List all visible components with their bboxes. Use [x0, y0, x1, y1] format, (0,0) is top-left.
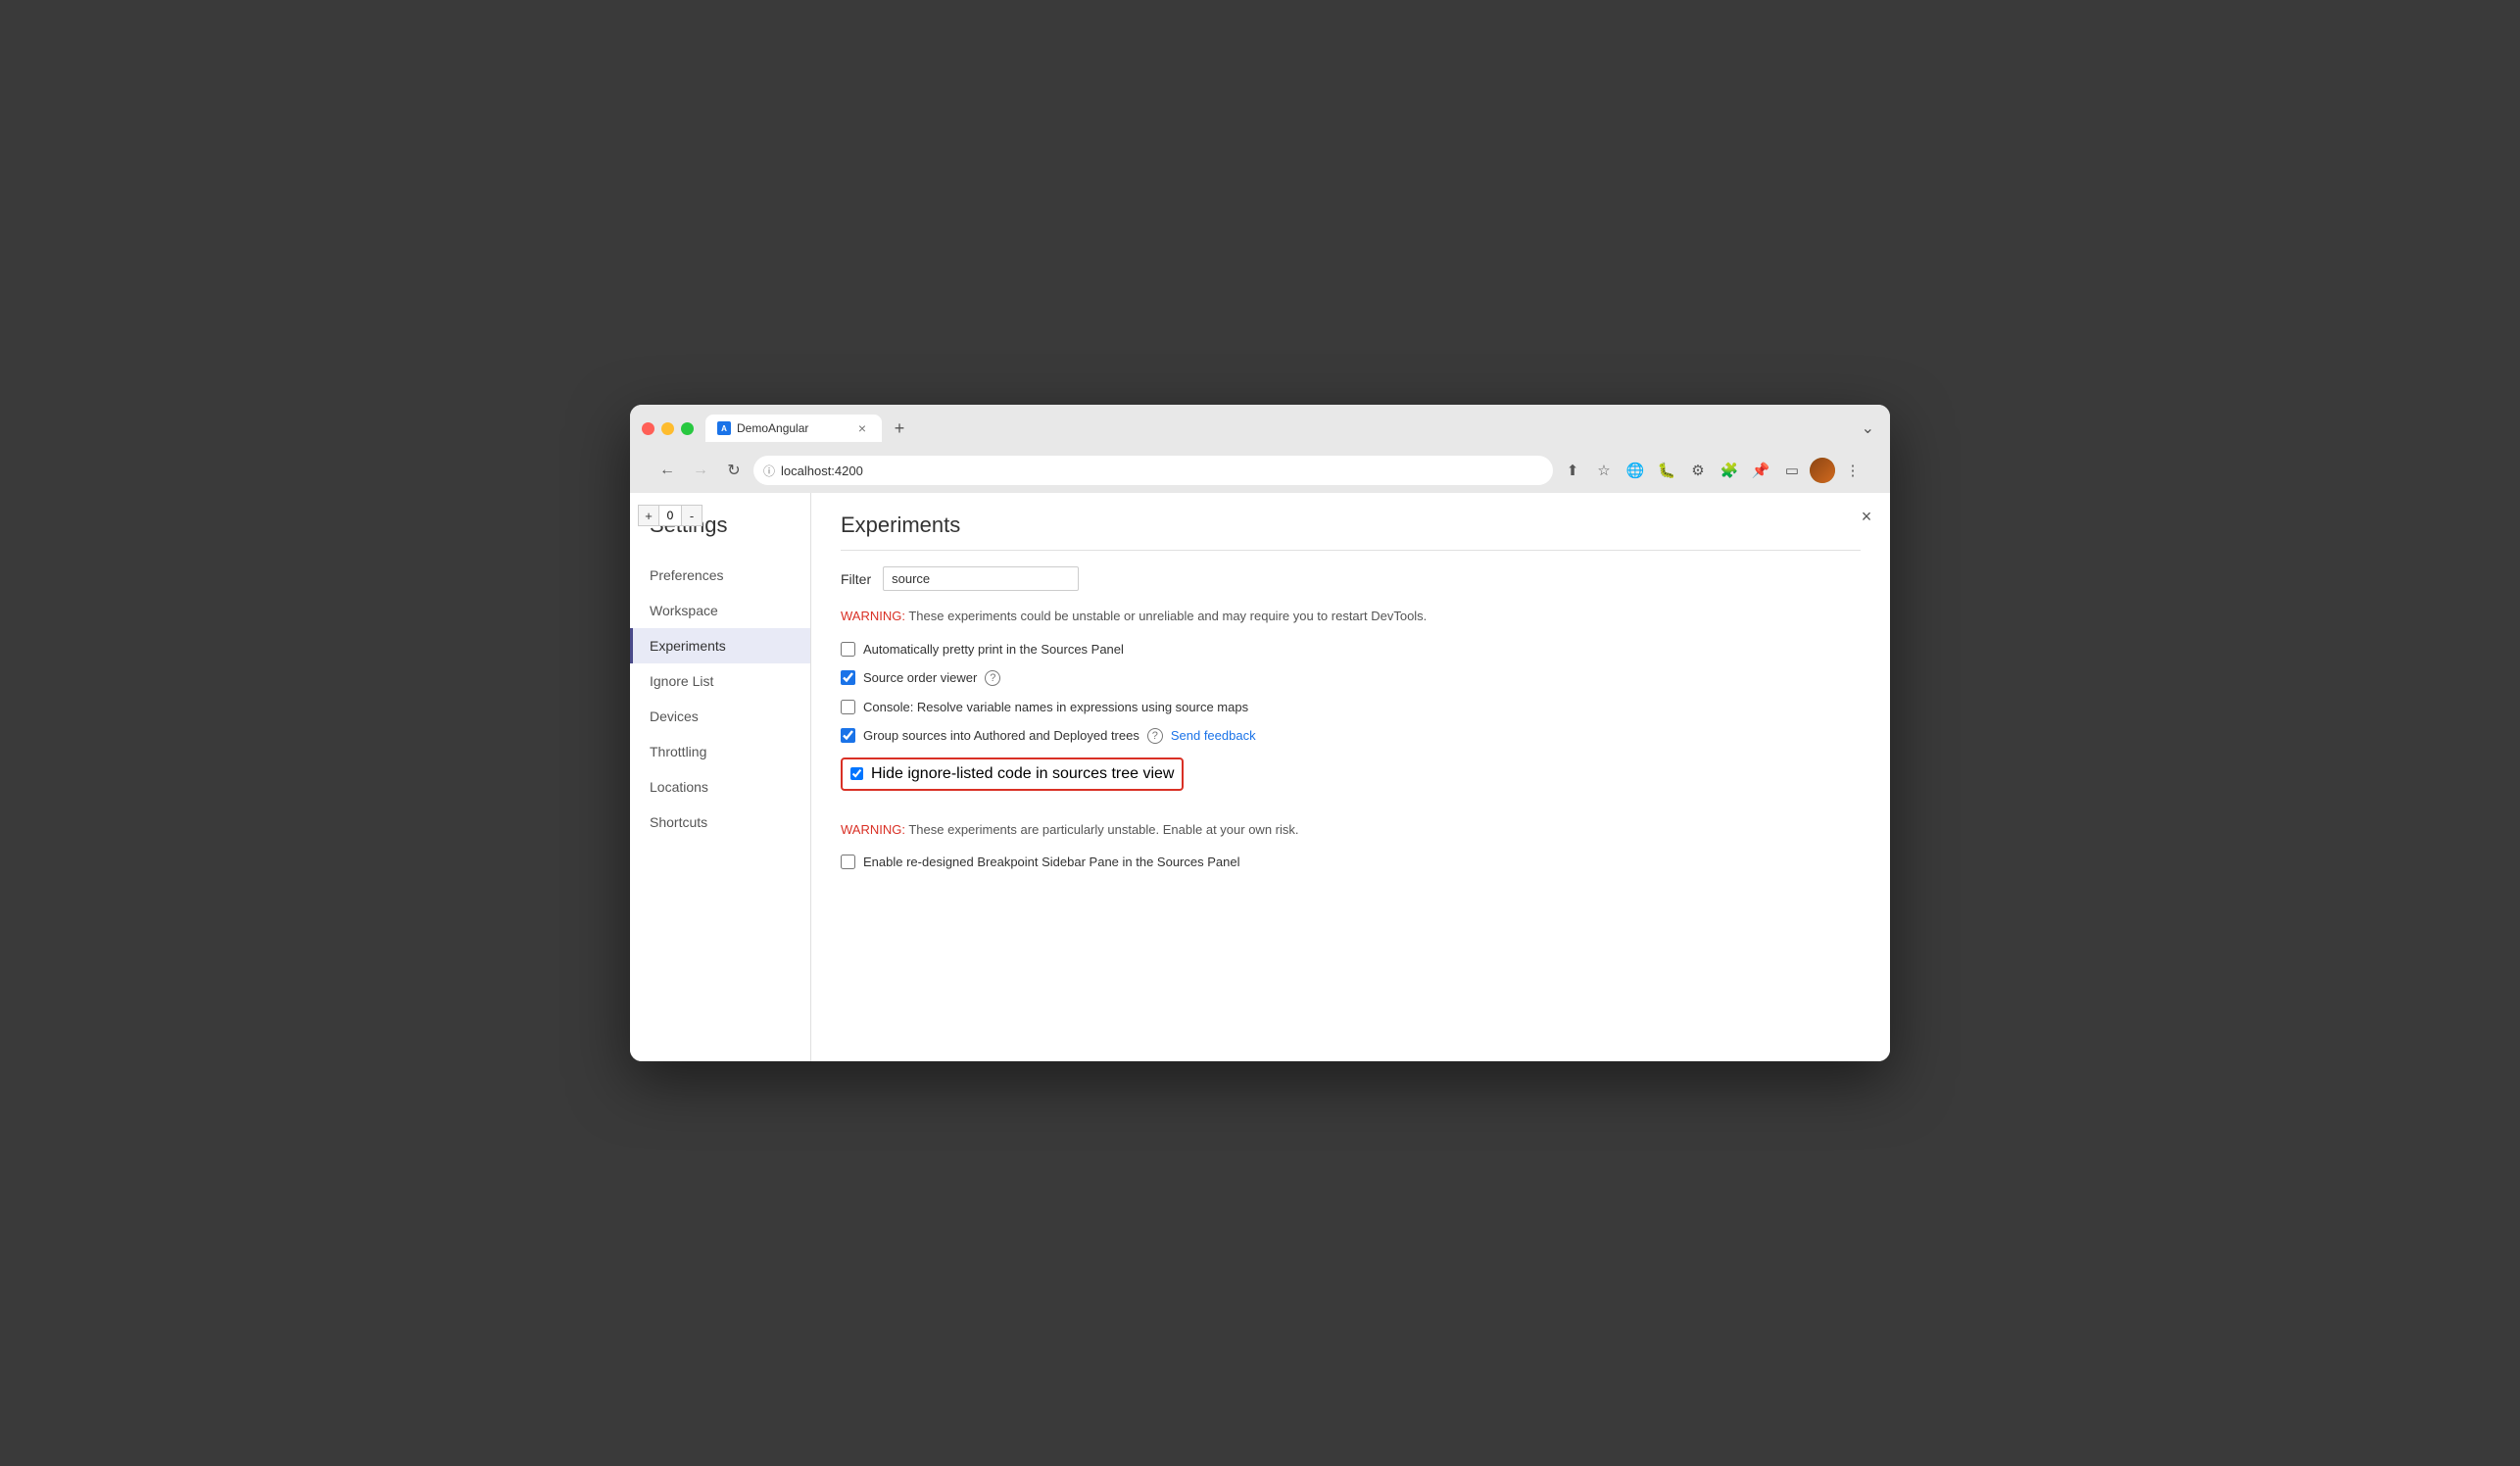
- pin-icon[interactable]: 📌: [1747, 457, 1774, 484]
- sidebar-item-experiments[interactable]: Experiments: [630, 628, 810, 663]
- new-tab-button[interactable]: +: [886, 415, 913, 442]
- experiment-item-source-order: Source order viewer ?: [841, 670, 1861, 686]
- pretty-print-checkbox[interactable]: [841, 642, 855, 657]
- sidebar-item-preferences[interactable]: Preferences: [630, 558, 810, 593]
- filter-label: Filter: [841, 571, 871, 587]
- back-button[interactable]: ←: [654, 457, 681, 484]
- filter-input[interactable]: [883, 566, 1079, 591]
- browser-window: A DemoAngular × + ⌄ ← → ↻ ⓘ ⬆ ☆ 🌐: [630, 405, 1890, 1061]
- highlighted-item-border: Hide ignore-listed code in sources tree …: [841, 757, 1184, 791]
- hide-ignore-label[interactable]: Hide ignore-listed code in sources tree …: [871, 765, 1174, 783]
- section-title: Experiments: [841, 513, 1861, 551]
- tab-title: DemoAngular: [737, 421, 848, 435]
- more-options-icon[interactable]: ⋮: [1839, 457, 1866, 484]
- warning-text-2: WARNING: These experiments are particula…: [841, 820, 1861, 840]
- experiment-item-group-sources: Group sources into Authored and Deployed…: [841, 728, 1861, 744]
- title-bar: A DemoAngular × + ⌄: [642, 415, 1878, 442]
- breakpoint-sidebar-label[interactable]: Enable re-designed Breakpoint Sidebar Pa…: [863, 855, 1239, 869]
- pretty-print-label[interactable]: Automatically pretty print in the Source…: [863, 642, 1124, 657]
- counter-increment-button[interactable]: +: [638, 505, 659, 526]
- puzzle-icon[interactable]: 🧩: [1716, 457, 1743, 484]
- warning-label-1: WARNING:: [841, 609, 905, 623]
- reload-button[interactable]: ↻: [720, 457, 748, 484]
- warning-label-2: WARNING:: [841, 822, 905, 837]
- chevron-down-icon[interactable]: ⌄: [1858, 415, 1878, 442]
- sidebar-icon[interactable]: ▭: [1778, 457, 1806, 484]
- send-feedback-link[interactable]: Send feedback: [1171, 728, 1256, 743]
- settings-content: Experiments Filter WARNING: These experi…: [811, 493, 1890, 1061]
- sidebar-item-ignore-list[interactable]: Ignore List: [630, 663, 810, 699]
- maximize-window-button[interactable]: [681, 422, 694, 435]
- page-content: + 0 - × Settings Preferences Workspace E…: [630, 493, 1890, 1061]
- close-window-button[interactable]: [642, 422, 654, 435]
- group-sources-help-icon[interactable]: ?: [1147, 728, 1163, 744]
- section-divider: [841, 805, 1861, 820]
- source-order-label[interactable]: Source order viewer: [863, 670, 977, 685]
- address-input[interactable]: [753, 456, 1553, 485]
- experiment-item-pretty-print: Automatically pretty print in the Source…: [841, 642, 1861, 657]
- tab-bar: A DemoAngular × +: [705, 415, 1858, 442]
- forward-button[interactable]: →: [687, 457, 714, 484]
- experiment-item-resolve-vars: Console: Resolve variable names in expre…: [841, 700, 1861, 714]
- counter-widget: + 0 -: [638, 505, 703, 526]
- tab-favicon: A: [717, 421, 731, 435]
- source-order-checkbox[interactable]: [841, 670, 855, 685]
- translate-icon[interactable]: 🌐: [1622, 457, 1649, 484]
- sidebar-item-shortcuts[interactable]: Shortcuts: [630, 805, 810, 840]
- sidebar-item-devices[interactable]: Devices: [630, 699, 810, 734]
- group-sources-checkbox[interactable]: [841, 728, 855, 743]
- nav-actions: ⬆ ☆ 🌐 🐛 ⚙ 🧩 📌 ▭ ⋮: [1559, 457, 1866, 484]
- filter-row: Filter: [841, 566, 1861, 591]
- browser-tab[interactable]: A DemoAngular ×: [705, 415, 882, 442]
- experiment-item-hide-ignore: Hide ignore-listed code in sources tree …: [841, 757, 1861, 805]
- counter-value: 0: [659, 505, 681, 526]
- address-bar-wrapper: ⓘ: [753, 456, 1553, 485]
- nav-bar: ← → ↻ ⓘ ⬆ ☆ 🌐 🐛 ⚙ 🧩 📌 ▭ ⋮: [642, 450, 1878, 493]
- sidebar-item-locations[interactable]: Locations: [630, 769, 810, 805]
- share-icon[interactable]: ⬆: [1559, 457, 1586, 484]
- tab-close-button[interactable]: ×: [854, 420, 870, 436]
- source-order-help-icon[interactable]: ?: [985, 670, 1000, 686]
- resolve-vars-checkbox[interactable]: [841, 700, 855, 714]
- devtools-icon[interactable]: ⚙: [1684, 457, 1712, 484]
- info-icon: ⓘ: [763, 463, 775, 479]
- bug-icon[interactable]: 🐛: [1653, 457, 1680, 484]
- avatar[interactable]: [1810, 458, 1835, 483]
- experiment-item-breakpoint-sidebar: Enable re-designed Breakpoint Sidebar Pa…: [841, 855, 1861, 869]
- sidebar-item-throttling[interactable]: Throttling: [630, 734, 810, 769]
- settings-close-button[interactable]: ×: [1855, 505, 1878, 528]
- breakpoint-sidebar-checkbox[interactable]: [841, 855, 855, 869]
- settings-panel: × Settings Preferences Workspace Experim…: [630, 493, 1890, 1061]
- hide-ignore-checkbox[interactable]: [850, 767, 863, 780]
- warning-text-1: WARNING: These experiments could be unst…: [841, 607, 1861, 626]
- minimize-window-button[interactable]: [661, 422, 674, 435]
- settings-sidebar: Settings Preferences Workspace Experimen…: [630, 493, 811, 1061]
- counter-decrement-button[interactable]: -: [681, 505, 703, 526]
- resolve-vars-label[interactable]: Console: Resolve variable names in expre…: [863, 700, 1248, 714]
- sidebar-item-workspace[interactable]: Workspace: [630, 593, 810, 628]
- bookmark-icon[interactable]: ☆: [1590, 457, 1618, 484]
- traffic-lights: [642, 422, 694, 435]
- group-sources-label[interactable]: Group sources into Authored and Deployed…: [863, 728, 1139, 743]
- browser-chrome: A DemoAngular × + ⌄ ← → ↻ ⓘ ⬆ ☆ 🌐: [630, 405, 1890, 493]
